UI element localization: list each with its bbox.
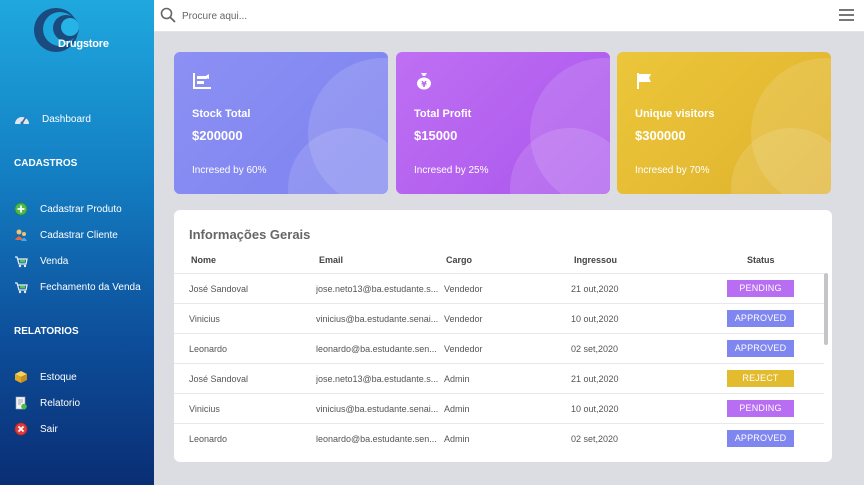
dashboard-icon <box>15 116 29 125</box>
money-bag-icon: ¥ <box>417 73 431 90</box>
sale-icon <box>15 256 28 268</box>
table-header: Nome Email Cargo Ingressou Status <box>174 255 832 273</box>
sidebar-item-label: Sair <box>40 423 58 435</box>
hamburger-menu-icon[interactable] <box>839 9 854 21</box>
card-subtitle: Incresed by 70% <box>635 165 710 176</box>
svg-text:¥: ¥ <box>421 80 427 89</box>
cell-cargo: Vendedor <box>444 344 483 354</box>
sidebar-item-label: Estoque <box>40 371 77 383</box>
cell-ingressou: 21 out,2020 <box>571 284 619 294</box>
cell-nome: Leonardo <box>189 434 228 444</box>
card-value: $200000 <box>192 128 243 143</box>
card-title: Total Profit <box>414 108 472 120</box>
cell-email: leonardo@ba.estudante.sen... <box>316 434 437 444</box>
cell-nome: José Sandoval <box>189 374 249 384</box>
sidebar-item-relatorio[interactable]: Relatorio <box>14 396 80 410</box>
status-badge[interactable]: REJECT <box>727 370 794 387</box>
table-scrollbar[interactable] <box>824 273 828 345</box>
card-value: $15000 <box>414 128 458 143</box>
search-icon[interactable] <box>160 7 176 23</box>
panel-title: Informações Gerais <box>189 227 311 242</box>
stock-chart-icon <box>193 73 211 89</box>
card-subtitle: Incresed by 25% <box>414 165 489 176</box>
card-value: $300000 <box>635 128 686 143</box>
status-badge[interactable]: PENDING <box>727 280 794 297</box>
status-badge[interactable]: APPROVED <box>727 340 794 357</box>
table-row[interactable]: Leonardo leonardo@ba.estudante.sen... Ad… <box>174 423 824 453</box>
table-row[interactable]: José Sandoval jose.neto13@ba.estudante.s… <box>174 273 824 303</box>
sidebar-item-dashboard[interactable]: Dashboard <box>14 112 91 126</box>
header-cargo: Cargo <box>446 255 473 265</box>
status-badge[interactable]: PENDING <box>727 400 794 417</box>
sidebar-item-cadastrar-produto[interactable]: Cadastrar Produto <box>14 202 122 216</box>
cell-email: vinicius@ba.estudante.senai... <box>316 314 439 324</box>
sidebar-item-venda[interactable]: Venda <box>14 254 68 268</box>
cell-email: vinicius@ba.estudante.senai... <box>316 404 439 414</box>
card-unique-visitors: Unique visitors $300000 Incresed by 70% <box>617 52 831 194</box>
sidebar-item-estoque[interactable]: Estoque <box>14 370 77 384</box>
sidebar-item-label: Cadastrar Produto <box>40 203 122 215</box>
cell-nome: Vinicius <box>189 404 220 414</box>
card-title: Unique visitors <box>635 108 715 120</box>
sidebar-item-cadastrar-cliente[interactable]: Cadastrar Cliente <box>14 228 118 242</box>
sidebar-item-label: Cadastrar Cliente <box>40 229 118 241</box>
cell-cargo: Vendedor <box>444 284 483 294</box>
section-relatorios: RELATORIOS <box>14 326 79 337</box>
card-title: Stock Total <box>192 108 251 120</box>
header-ingressou: Ingressou <box>574 255 618 265</box>
header-status: Status <box>747 255 775 265</box>
report-icon <box>15 396 27 410</box>
exit-icon <box>14 422 28 436</box>
cell-ingressou: 10 out,2020 <box>571 404 619 414</box>
table-row[interactable]: Vinicius vinicius@ba.estudante.senai... … <box>174 393 824 423</box>
cell-cargo: Admin <box>444 434 470 444</box>
sidebar: Drugstore Dashboard CADASTROS Cadastrar … <box>0 0 154 485</box>
cell-email: leonardo@ba.estudante.sen... <box>316 344 437 354</box>
cell-nome: Leonardo <box>189 344 228 354</box>
add-product-icon <box>14 202 28 216</box>
sidebar-item-label: Dashboard <box>42 113 91 125</box>
card-total-profit: ¥ Total Profit $15000 Incresed by 25% <box>396 52 610 194</box>
cell-ingressou: 21 out,2020 <box>571 374 619 384</box>
cell-ingressou: 10 out,2020 <box>571 314 619 324</box>
cell-ingressou: 02 set,2020 <box>571 344 619 354</box>
cell-email: jose.neto13@ba.estudante.s... <box>316 284 439 294</box>
sidebar-item-label: Relatorio <box>40 397 81 409</box>
header-nome: Nome <box>191 255 217 265</box>
sidebar-item-label: Venda <box>40 255 69 267</box>
cell-email: jose.neto13@ba.estudante.s... <box>316 374 439 384</box>
table-body[interactable]: José Sandoval jose.neto13@ba.estudante.s… <box>174 273 824 453</box>
top-bar <box>154 0 864 32</box>
sidebar-item-sair[interactable]: Sair <box>14 422 58 436</box>
search-input[interactable] <box>182 6 582 26</box>
cell-cargo: Admin <box>444 404 470 414</box>
brand-name: Drugstore <box>58 38 109 50</box>
cell-nome: Vinicius <box>189 314 220 324</box>
add-client-icon <box>15 229 27 241</box>
informacoes-gerais-panel: Informações Gerais Nome Email Cargo Ingr… <box>174 210 832 462</box>
cell-nome: José Sandoval <box>189 284 249 294</box>
cell-cargo: Admin <box>444 374 470 384</box>
sidebar-item-fechamento-venda[interactable]: Fechamento da Venda <box>14 280 141 294</box>
table-row[interactable]: José Sandoval jose.neto13@ba.estudante.s… <box>174 363 824 393</box>
status-badge[interactable]: APPROVED <box>727 310 794 327</box>
flag-icon <box>637 73 651 89</box>
cell-ingressou: 02 set,2020 <box>571 434 619 444</box>
stock-icon <box>15 371 27 383</box>
section-cadastros: CADASTROS <box>14 158 78 169</box>
sidebar-item-label: Fechamento da Venda <box>40 281 141 293</box>
table-row[interactable]: Leonardo leonardo@ba.estudante.sen... Ve… <box>174 333 824 363</box>
cell-cargo: Vendedor <box>444 314 483 324</box>
table-row[interactable]: Vinicius vinicius@ba.estudante.senai... … <box>174 303 824 333</box>
header-email: Email <box>319 255 344 265</box>
status-badge[interactable]: APPROVED <box>727 430 794 447</box>
close-sale-icon <box>15 282 28 294</box>
card-subtitle: Incresed by 60% <box>192 165 267 176</box>
card-stock-total: Stock Total $200000 Incresed by 60% <box>174 52 388 194</box>
